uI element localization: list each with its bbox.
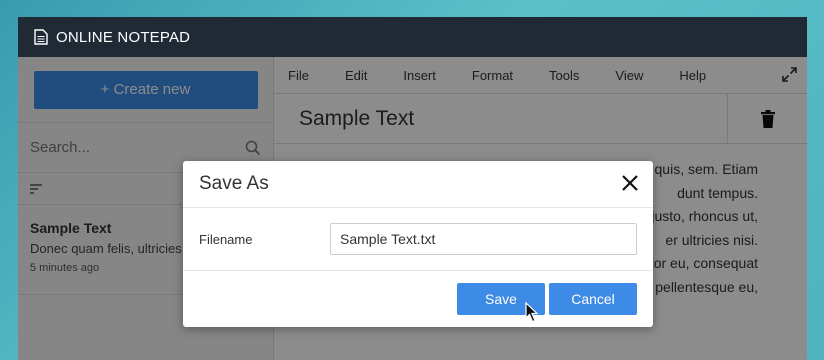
cancel-button[interactable]: Cancel [549, 283, 637, 315]
document-icon [34, 29, 48, 45]
filename-field[interactable] [330, 223, 637, 255]
app-title: ONLINE NOTEPAD [56, 28, 191, 46]
title-bar: ONLINE NOTEPAD [18, 17, 807, 57]
filename-label: Filename [199, 231, 253, 247]
dialog-title: Save As [199, 173, 269, 194]
cursor-icon [525, 302, 539, 323]
close-icon[interactable] [621, 174, 639, 192]
save-as-dialog: Save As Filename Save Cancel [183, 161, 653, 327]
